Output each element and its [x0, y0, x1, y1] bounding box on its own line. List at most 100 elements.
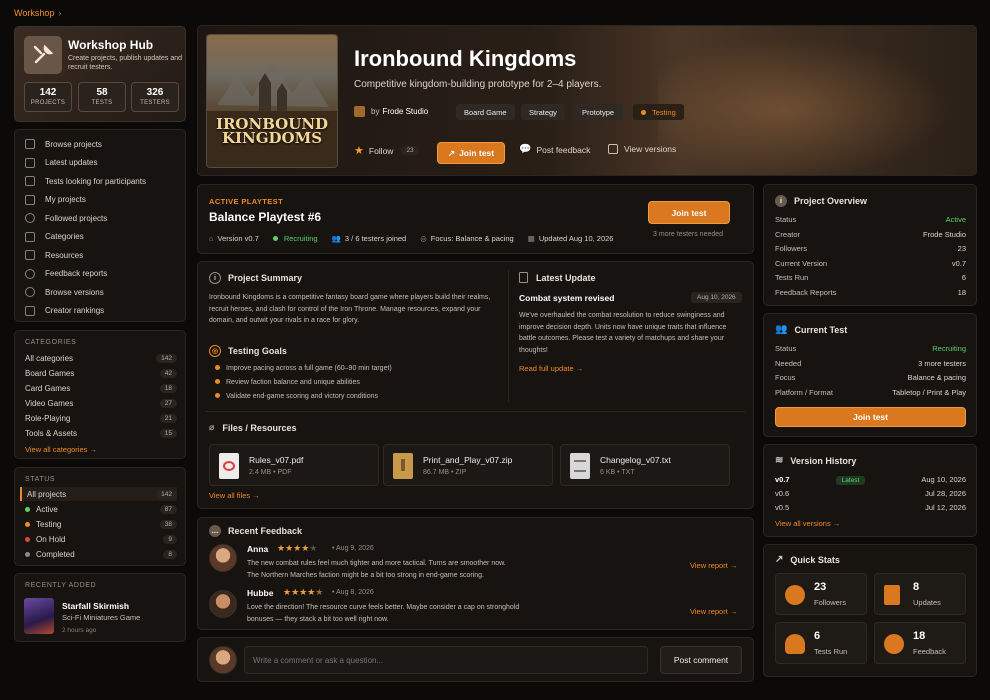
categories-heading: CATEGORIES [25, 339, 77, 346]
stat-tests[interactable]: 58 TESTS [78, 82, 126, 112]
quick-stat-followers[interactable]: 23 Followers [775, 573, 867, 615]
version-row[interactable]: v0.7 Latest Aug 10, 2026 [775, 475, 966, 485]
updates-icon [884, 585, 900, 605]
stat-value: 18 [913, 630, 926, 642]
status-row-completed[interactable]: Completed 8 [25, 547, 177, 561]
nav-resources[interactable]: Resources [25, 247, 83, 263]
view-report-link[interactable]: View report → [690, 561, 737, 570]
join-test-button[interactable]: ↗ Join test [437, 142, 505, 164]
post-feedback-button[interactable]: 💬 Post feedback [519, 144, 590, 155]
nav-label: Categories [45, 232, 84, 241]
overview-row-version: Current Version v0.7 [775, 259, 966, 268]
avatar-anna[interactable] [209, 544, 237, 572]
view-versions-button[interactable]: View versions [608, 144, 676, 154]
quick-stat-updates[interactable]: 8 Updates [874, 573, 966, 615]
quick-stat-tests[interactable]: 6 Tests Run [775, 622, 867, 664]
status-row-active[interactable]: Active 87 [25, 502, 177, 516]
recent-thumbnail[interactable] [24, 598, 54, 634]
nav-browse-versions[interactable]: Browse versions [25, 284, 104, 300]
recent-title[interactable]: Starfall Skirmish [62, 601, 129, 611]
tag-board-game[interactable]: Board Game [456, 104, 515, 120]
category-row[interactable]: Card Games 18 [25, 381, 177, 395]
chat-icon [25, 268, 35, 279]
folder-open-icon [25, 250, 35, 260]
breadcrumb-workshop[interactable]: Workshop [14, 8, 54, 18]
nav-browse-projects[interactable]: Browse projects [25, 136, 102, 152]
status-row-on-hold[interactable]: On Hold 9 [25, 532, 177, 546]
nav-followed-projects[interactable]: Followed projects [25, 210, 107, 226]
feedback-title: Recent Feedback [228, 526, 303, 536]
bullet [215, 365, 220, 370]
post-comment-button[interactable]: Post comment [660, 646, 742, 674]
category-row[interactable]: Role-Playing 21 [25, 411, 177, 425]
trophy-icon [25, 305, 35, 316]
file-rules[interactable]: Rules_v07.pdf 2.4 MB • PDF [209, 444, 379, 486]
current-test-heading: 👥 Current Test [775, 324, 847, 335]
nav-categories[interactable]: Categories [25, 229, 84, 245]
status-row-all[interactable]: All projects 142 [20, 487, 177, 501]
review-text-line1: The new combat rules feel much tighter a… [247, 560, 506, 567]
nav-my-projects[interactable]: My projects [25, 192, 86, 208]
view-all-categories-link[interactable]: View all categories → [25, 442, 177, 456]
project-creator[interactable]: by Frode Studio [354, 106, 428, 117]
view-report-link[interactable]: View report → [690, 607, 737, 616]
breadcrumb[interactable]: Workshop › [14, 8, 61, 18]
nav-feedback-reports[interactable]: Feedback reports [25, 266, 107, 282]
nav-latest-updates[interactable]: Latest updates [25, 155, 97, 171]
category-row[interactable]: Board Games 42 [25, 366, 177, 380]
castle-illustration [207, 60, 337, 167]
row-key: Creator [775, 229, 801, 239]
document-icon [519, 272, 528, 283]
row-key: Status [775, 215, 797, 224]
stat-projects[interactable]: 142 PROJECTS [24, 82, 72, 112]
comment-input[interactable] [244, 646, 648, 674]
nav-label: Resources [45, 250, 84, 260]
playtest-join-button[interactable]: Join test [648, 201, 730, 224]
file-print-and-play[interactable]: Print_and_Play_v07.zip 86.7 MB • ZIP [383, 444, 553, 486]
row-value: 18 [957, 287, 966, 297]
view-all-versions-link[interactable]: View all versions → [775, 519, 840, 528]
overview-heading: i Project Overview [775, 195, 867, 207]
category-row[interactable]: Tools & Assets 15 [25, 426, 177, 440]
row-key: Followers [775, 244, 808, 253]
current-user-avatar[interactable] [209, 646, 237, 674]
files-title: Files / Resources [222, 422, 297, 433]
current-join-button[interactable]: Join test [775, 407, 966, 427]
review-date: • Aug 8, 2026 [332, 589, 374, 596]
quick-stat-feedback[interactable]: 18 Feedback [874, 622, 966, 664]
nav-tests-looking[interactable]: Tests looking for participants [25, 173, 146, 189]
nav-label: Tests looking for participants [45, 176, 146, 186]
breadcrumb-separator: › [58, 8, 62, 18]
stat-label: PROJECTS [30, 100, 66, 106]
reviewer-name[interactable]: Anna [247, 544, 268, 554]
reviewer-name[interactable]: Hubbe [247, 588, 273, 598]
project-cover[interactable]: IRONBOUND KINGDOMS [206, 34, 338, 168]
status-label: Testing [36, 519, 62, 529]
status-row-testing[interactable]: Testing 38 [25, 517, 177, 531]
view-all-files-link[interactable]: View all files → [209, 491, 260, 500]
file-changelog[interactable]: Changelog_v07.txt 6 KB • TXT [560, 444, 730, 486]
follow-button[interactable]: ★ Follow 23 [354, 144, 419, 157]
zip-glyph [401, 459, 405, 471]
category-row[interactable]: Video Games 27 [25, 396, 177, 410]
version-row[interactable]: v0.6 Jul 28, 2026 [775, 489, 966, 498]
goal-item: Validate end-game scoring and victory co… [215, 391, 378, 403]
nav-creator-rankings[interactable]: Creator rankings [25, 303, 104, 319]
category-label: Tools & Assets [25, 428, 78, 438]
read-full-update-link[interactable]: Read full update → [519, 364, 583, 373]
text-glyph [574, 460, 586, 472]
active-playtest-card: ACTIVE PLAYTEST Balance Playtest #6 ⌂ Ver… [197, 184, 754, 254]
recent-type: Sci-Fi Miniatures Game [62, 613, 141, 622]
version-number: v0.6 [775, 489, 790, 498]
status-dot [25, 536, 30, 542]
category-row[interactable]: All categories 142 [25, 351, 177, 365]
goal-text: Improve pacing across a full game (60–90… [226, 365, 392, 372]
avatar-hubbe[interactable] [209, 590, 237, 618]
count-badge: 8 [163, 549, 177, 559]
tag-strategy[interactable]: Strategy [521, 104, 565, 120]
latest-update-heading: Latest Update [519, 272, 596, 283]
tag-prototype[interactable]: Prototype [574, 104, 623, 120]
summary-heading: i Project Summary [209, 272, 302, 284]
stat-testers[interactable]: 326 TESTERS [131, 82, 179, 112]
version-row[interactable]: v0.5 Jul 12, 2026 [775, 503, 966, 512]
